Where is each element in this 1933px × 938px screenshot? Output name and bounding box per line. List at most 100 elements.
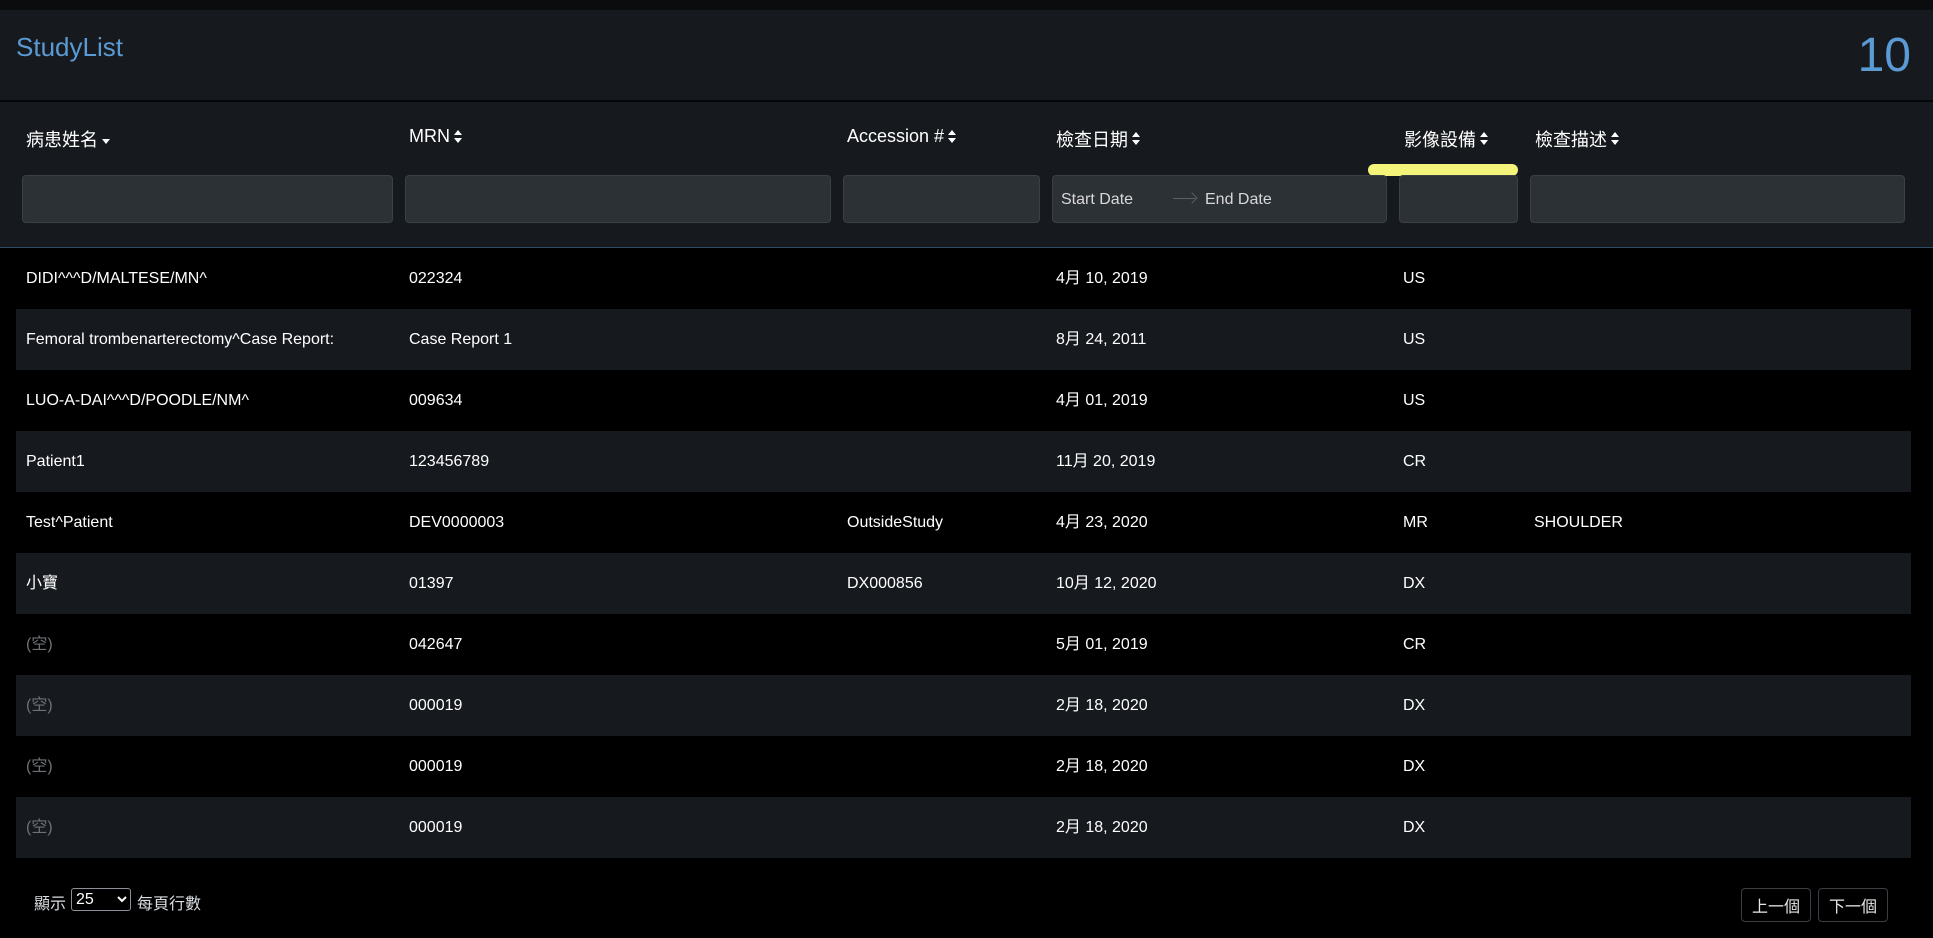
study-date-cell: 4月 10, 2019 — [1056, 270, 1148, 287]
table-row[interactable]: (空) 042647 5月 01, 2019 CR — [16, 614, 1911, 675]
study-date-cell: 11月 20, 2019 — [1056, 453, 1156, 470]
patient-name-cell: LUO-A-DAI^^^D/POODLE/NM^ — [26, 392, 249, 409]
mrn-cell: 01397 — [409, 575, 454, 592]
modality-filter-input[interactable] — [1399, 175, 1518, 223]
top-strip — [0, 0, 1933, 10]
modality-cell: US — [1403, 331, 1426, 348]
study-date-cell: 4月 01, 2019 — [1056, 392, 1148, 409]
table-row[interactable]: (空) 000019 2月 18, 2020 DX — [16, 736, 1911, 797]
table-row[interactable]: (空) 000019 2月 18, 2020 DX — [16, 797, 1911, 858]
description-cell — [1534, 370, 1904, 431]
column-header-label: Accession # — [847, 126, 945, 146]
accession-cell — [847, 797, 1047, 858]
table-row[interactable]: Patient1 123456789 11月 20, 2019 CR — [16, 431, 1911, 492]
mrn-cell: Case Report 1 — [409, 331, 513, 348]
description-cell — [1534, 797, 1904, 858]
column-header-label: 檢查日期 — [1056, 130, 1128, 150]
mrn-cell: 022324 — [409, 270, 463, 287]
accession-cell: DX000856 — [847, 575, 923, 592]
study-date-cell: 5月 01, 2019 — [1056, 636, 1148, 653]
modality-cell: DX — [1403, 575, 1426, 592]
mrn-cell: 123456789 — [409, 453, 490, 470]
patient-name-cell: 小寶 — [26, 575, 59, 592]
column-header-patient-name[interactable]: 病患姓名 — [26, 126, 111, 152]
study-date-cell: 4月 23, 2020 — [1056, 514, 1148, 531]
description-cell — [1534, 675, 1904, 736]
patient-name-cell: DIDI^^^D/MALTESE/MN^ — [26, 270, 207, 287]
description-cell — [1534, 614, 1904, 675]
study-date-cell: 8月 24, 2011 — [1056, 331, 1147, 348]
column-header-label: 影像設備 — [1404, 130, 1476, 150]
description-cell — [1534, 736, 1904, 797]
description-cell — [1534, 431, 1904, 492]
study-count: 10 — [1857, 29, 1911, 82]
mrn-cell: 009634 — [409, 392, 463, 409]
modality-cell: CR — [1403, 636, 1427, 653]
mrn-cell: 000019 — [409, 697, 463, 714]
mrn-cell: 000019 — [409, 758, 463, 775]
accession-cell — [847, 614, 1047, 675]
column-header-accession[interactable]: Accession # — [847, 126, 957, 147]
sort-icon — [947, 129, 957, 145]
table-row[interactable]: DIDI^^^D/MALTESE/MN^ 022324 4月 10, 2019 … — [16, 248, 1911, 309]
mrn-cell: 042647 — [409, 636, 463, 653]
next-page-button[interactable]: 下一個 — [1818, 888, 1889, 922]
patient-name-cell: Test^Patient — [26, 514, 113, 531]
study-date-range-filter — [1052, 175, 1387, 224]
sort-icon — [1131, 131, 1141, 147]
table-row[interactable]: 小寶 01397 DX000856 10月 12, 2020 DX — [16, 553, 1911, 614]
rows-per-page-label: 每頁行數 — [137, 896, 202, 913]
study-date-cell: 2月 18, 2020 — [1056, 819, 1148, 836]
page-size-select[interactable]: 25 50 100 — [71, 888, 131, 911]
accession-cell — [847, 431, 1047, 492]
patient-name-cell: Femoral trombenarterectomy^Case Report: — [26, 331, 335, 348]
table-row[interactable]: LUO-A-DAI^^^D/POODLE/NM^ 009634 4月 01, 2… — [16, 370, 1911, 431]
description-cell — [1534, 309, 1904, 370]
column-header-label: 檢查描述 — [1535, 130, 1607, 150]
column-header-label: 病患姓名 — [26, 130, 98, 150]
patient-name-cell: (空) — [26, 636, 53, 653]
column-header-study-date[interactable]: 檢查日期 — [1056, 126, 1141, 152]
column-header-modality[interactable]: 影像設備 — [1404, 126, 1489, 152]
accession-cell — [847, 248, 1047, 309]
description-cell — [1534, 553, 1904, 614]
sort-icon — [1610, 131, 1620, 147]
patient-name-cell: (空) — [26, 758, 53, 775]
previous-page-button[interactable]: 上一個 — [1741, 888, 1812, 922]
accession-cell — [847, 370, 1047, 431]
modality-cell: DX — [1403, 697, 1426, 714]
table-row[interactable]: Test^Patient DEV0000003 OutsideStudy 4月 … — [16, 492, 1911, 553]
patient-name-cell: (空) — [26, 819, 53, 836]
study-date-cell: 2月 18, 2020 — [1056, 758, 1148, 775]
mrn-cell: 000019 — [409, 819, 463, 836]
pagination-footer: 顯示 25 50 100 每頁行數 上一個 下一個 — [0, 870, 1933, 938]
accession-cell: OutsideStudy — [847, 514, 944, 531]
arrow-right-icon — [1173, 198, 1195, 199]
modality-cell: DX — [1403, 819, 1426, 836]
modality-cell: CR — [1403, 453, 1427, 470]
patient-name-filter-input[interactable] — [22, 175, 393, 223]
start-date-input[interactable] — [1059, 176, 1173, 224]
page-title: StudyList — [16, 32, 123, 62]
modality-cell: US — [1403, 392, 1426, 409]
modality-cell: DX — [1403, 758, 1426, 775]
table-row[interactable]: Femoral trombenarterectomy^Case Report: … — [16, 309, 1911, 370]
study-date-cell: 10月 12, 2020 — [1056, 575, 1157, 592]
filter-bar: 病患姓名 MRN Accession # 檢查日期 影像設備 檢查描述 — [0, 102, 1933, 248]
sort-descending-icon — [101, 131, 111, 147]
mrn-cell: DEV0000003 — [409, 514, 505, 531]
accession-cell — [847, 309, 1047, 370]
mrn-filter-input[interactable] — [405, 175, 831, 223]
modality-cell: US — [1403, 270, 1426, 287]
accession-filter-input[interactable] — [843, 175, 1040, 223]
column-header-mrn[interactable]: MRN — [409, 126, 463, 147]
table-row[interactable]: (空) 000019 2月 18, 2020 DX — [16, 675, 1911, 736]
description-cell — [1534, 248, 1904, 309]
accession-cell — [847, 675, 1047, 736]
modality-cell: MR — [1403, 514, 1428, 531]
column-header-description[interactable]: 檢查描述 — [1535, 126, 1620, 152]
description-filter-input[interactable] — [1530, 175, 1905, 223]
show-label: 顯示 — [34, 896, 67, 913]
study-table: DIDI^^^D/MALTESE/MN^ 022324 4月 10, 2019 … — [16, 248, 1911, 858]
end-date-input[interactable] — [1203, 176, 1317, 224]
